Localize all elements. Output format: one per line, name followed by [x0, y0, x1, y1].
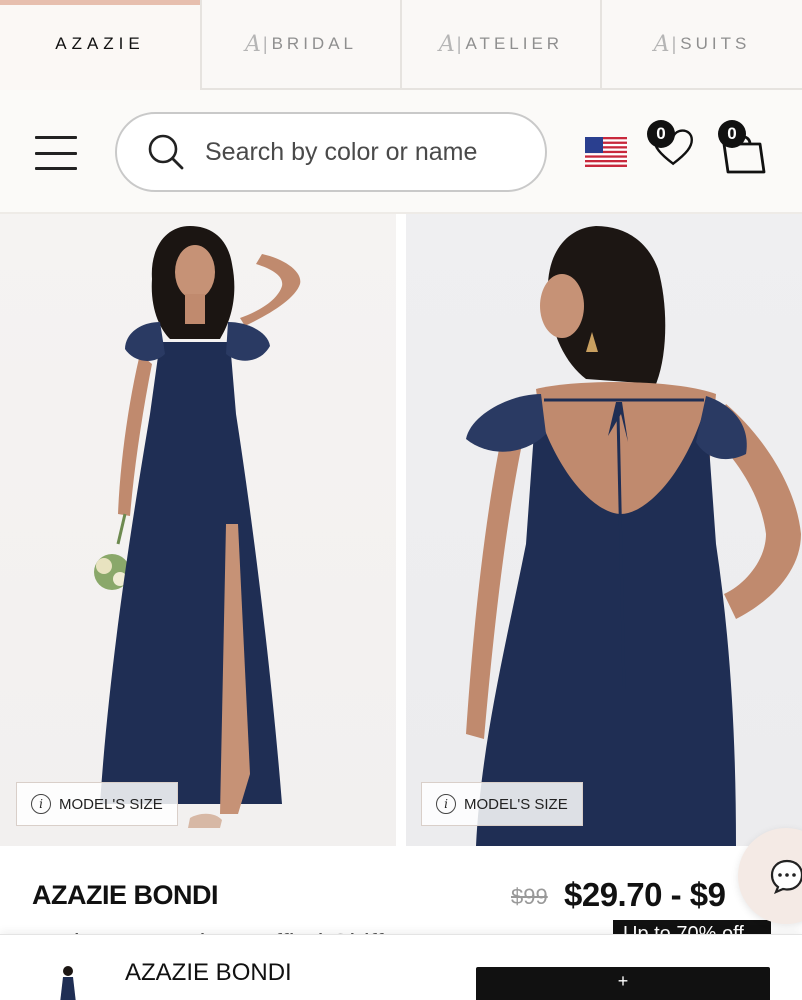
cart-button[interactable]: 0 — [714, 120, 768, 176]
product-photo-front[interactable]: i MODEL'S SIZE — [0, 214, 396, 846]
wishlist-button[interactable]: 0 — [645, 120, 697, 172]
site-header: 0 0 — [0, 90, 802, 214]
sticky-product-name: AZAZIE BONDI — [125, 959, 292, 986]
info-icon: i — [436, 794, 456, 814]
model-size-button[interactable]: i MODEL'S SIZE — [421, 782, 583, 826]
model-size-label: MODEL'S SIZE — [464, 795, 568, 813]
tab-atelier-label: ATELIER — [465, 34, 564, 53]
us-flag-icon[interactable] — [585, 137, 627, 167]
info-icon: i — [31, 794, 51, 814]
tab-separator: | — [456, 33, 462, 54]
azazie-logo-icon: A — [653, 31, 670, 57]
original-price: $99 — [511, 884, 548, 909]
product-name: AZAZIE BONDI — [32, 880, 219, 910]
azazie-logo-icon: A — [438, 31, 455, 57]
search-icon — [148, 134, 184, 170]
sale-price-range: $29.70 - $9 — [564, 876, 726, 913]
tab-suits[interactable]: A | SUITS — [600, 0, 802, 90]
tab-separator: | — [262, 33, 268, 54]
chat-icon — [770, 859, 802, 894]
brand-tabs: AZAZIE A | BRIDAL A | ATELIER A | SUITS — [0, 0, 802, 90]
add-to-bag-button[interactable]: + — [476, 967, 770, 1000]
product-gallery[interactable]: i MODEL'S SIZE i MODEL'S SIZE — [0, 214, 802, 846]
search-bar[interactable] — [115, 112, 547, 192]
tab-azazie[interactable]: AZAZIE — [0, 0, 200, 90]
dress-back-illustration — [466, 226, 801, 846]
product-photo-back[interactable]: i MODEL'S SIZE — [406, 214, 802, 846]
azazie-logo-icon: A — [245, 31, 261, 57]
model-size-label: MODEL'S SIZE — [59, 795, 163, 813]
model-size-button[interactable]: i MODEL'S SIZE — [16, 782, 178, 826]
product-thumbnail — [48, 963, 88, 1000]
dress-front-illustration — [94, 226, 301, 828]
wishlist-count-badge: 0 — [647, 120, 675, 148]
tab-azazie-label: AZAZIE — [55, 34, 145, 53]
search-input[interactable] — [205, 137, 535, 167]
tab-separator: | — [671, 33, 677, 54]
tab-suits-label: SUITS — [680, 34, 751, 53]
cart-count-badge: 0 — [718, 120, 746, 148]
product-info: AZAZIE BONDI $99 $29.70 - $9 Up to 70% o… — [0, 846, 802, 946]
tab-bridal[interactable]: A | BRIDAL — [200, 0, 400, 90]
sticky-add-to-bag-bar: AZAZIE BONDI + — [0, 934, 802, 1000]
tab-bridal-label: BRIDAL — [271, 34, 357, 53]
hamburger-menu-icon[interactable] — [35, 136, 77, 170]
tab-atelier[interactable]: A | ATELIER — [400, 0, 600, 90]
